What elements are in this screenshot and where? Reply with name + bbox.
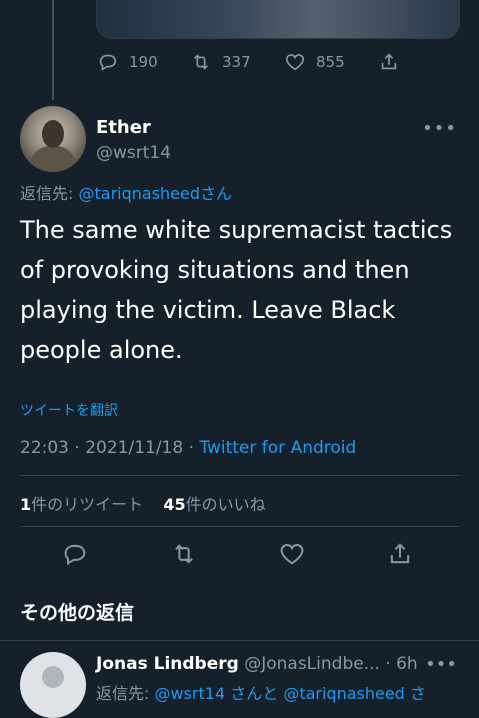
retweet-icon — [193, 54, 209, 70]
reply-suffix: さん — [200, 184, 233, 203]
reply-prefix: 返信先: — [96, 684, 155, 703]
display-name[interactable]: Ether — [96, 117, 151, 138]
reply-prefix: 返信先: — [20, 184, 79, 203]
reply-to-link-1[interactable]: @wsrt14 — [154, 684, 225, 703]
thread-line — [52, 0, 54, 100]
reply-suffix: さ — [404, 684, 426, 703]
reply-handle[interactable]: @JonasLindbe... — [244, 654, 380, 674]
translate-link[interactable]: ツイートを翻訳 — [20, 400, 118, 420]
previous-tweet-media[interactable] — [96, 0, 460, 39]
reply-to-line: 返信先: @wsrt14 さんと @tariqnasheed さ — [96, 680, 426, 704]
section-title: その他の返信 — [20, 602, 135, 624]
user-handle[interactable]: @wsrt14 — [96, 143, 171, 163]
reply-to-link[interactable]: @tariqnasheed — [78, 184, 200, 203]
reply-icon — [99, 54, 117, 71]
prev-retweet-count: 337 — [222, 53, 251, 71]
reply-header: Jonas Lindberg @JonasLindbe... · 6h — [96, 654, 418, 674]
reply-to-line: 返信先: @tariqnasheedさん — [20, 180, 232, 204]
tweet-actions — [0, 540, 479, 570]
likes-stat[interactable]: 45件のいいね — [163, 495, 265, 514]
more-options-icon[interactable]: ••• — [422, 118, 457, 139]
tweet-source[interactable]: Twitter for Android — [199, 438, 356, 458]
retweets-num: 1 — [20, 495, 32, 514]
reply-to-link-2[interactable]: @tariqnasheed — [283, 684, 405, 703]
likes-label: 件のいいね — [185, 495, 266, 514]
avatar[interactable] — [20, 106, 86, 172]
avatar-face — [42, 120, 64, 148]
prev-retweet-button[interactable]: 337 — [190, 48, 251, 76]
default-avatar-icon — [42, 666, 64, 688]
prev-share-button[interactable] — [378, 48, 400, 76]
prev-like-count: 855 — [316, 53, 345, 71]
prev-reply-button[interactable]: 190 — [97, 48, 158, 76]
retweets-stat[interactable]: 1件のリツイート — [20, 495, 143, 514]
share-icon — [381, 53, 397, 70]
retweets-label: 件のリツイート — [31, 495, 144, 514]
likes-num: 45 — [163, 495, 186, 514]
reply-icon[interactable] — [61, 540, 89, 568]
reply-time[interactable]: · 6h — [385, 654, 417, 674]
prev-reply-count: 190 — [129, 53, 158, 71]
avatar-body — [30, 146, 76, 172]
divider — [20, 526, 459, 527]
heart-icon — [285, 54, 305, 71]
reply-display-name[interactable]: Jonas Lindberg — [96, 654, 239, 674]
heart-icon[interactable] — [278, 540, 306, 568]
tweet-text: The same white supremacist tactics of pr… — [20, 216, 453, 364]
share-icon[interactable] — [386, 540, 414, 568]
tweet-meta: 22:03 · 2021/11/18 · Twitter for Android — [20, 438, 356, 458]
reply-joiner: さんと — [225, 684, 284, 703]
divider — [20, 475, 459, 476]
section-divider — [0, 640, 479, 641]
tweet-timestamp[interactable]: 22:03 · 2021/11/18 · — [20, 438, 199, 458]
reply-more-options-icon[interactable]: ••• — [425, 654, 457, 675]
tweet-stats: 1件のリツイート 45件のいいね — [20, 491, 266, 515]
prev-like-button[interactable]: 855 — [284, 48, 345, 76]
reply-avatar[interactable] — [20, 652, 86, 718]
retweet-icon[interactable] — [170, 540, 198, 568]
